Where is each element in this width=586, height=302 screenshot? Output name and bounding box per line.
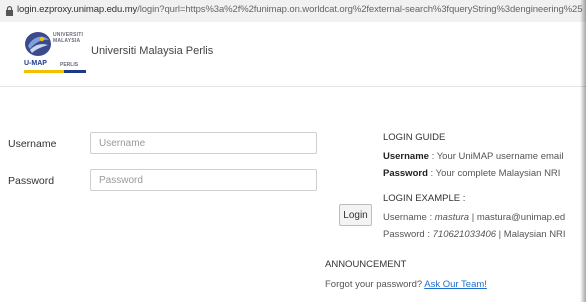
guide-password-key: Password [383, 168, 428, 179]
announcement-text: Forgot your password? Ask Our Team! [325, 279, 487, 290]
example-password-label: Password : [383, 229, 433, 240]
logo-umap: U-MAP [24, 60, 47, 67]
guide-username-text: : Your UniMAP username email [428, 151, 564, 162]
address-bar[interactable]: login.ezproxy.unimap.edu.my/login?qurl=h… [0, 0, 586, 23]
example-password-line: Password : 710621033406 | Malaysian NRI [383, 229, 566, 240]
example-username-value: mastura [434, 212, 470, 223]
header-divider [0, 86, 586, 87]
example-username-rest: | mastura@unimap.ed [469, 212, 566, 223]
guide-password-text: : Your complete Malaysian NRI [427, 168, 561, 179]
logo-emblem [25, 32, 51, 56]
site-header: UNIVERSITI MALAYSIA U-MAP PERLIS Univers… [0, 22, 586, 86]
window-edge-shadow [580, 0, 586, 302]
username-input[interactable] [90, 132, 317, 154]
logo-text: UNIVERSITI MALAYSIA [53, 32, 83, 44]
example-username-line: Username : mastura | mastura@unimap.ed [383, 212, 565, 223]
announcement-title: ANNOUNCEMENT [325, 259, 407, 270]
logo-perlis: PERLIS [60, 62, 79, 68]
example-password-value: 710621033406 [432, 229, 497, 240]
password-input[interactable] [90, 169, 317, 191]
ask-our-team-link[interactable]: Ask Our Team! [424, 279, 487, 290]
lock-icon [6, 6, 13, 16]
login-button[interactable]: Login [339, 204, 372, 226]
example-password-rest: | Malaysian NRI [496, 229, 566, 240]
url-text[interactable]: login.ezproxy.unimap.edu.my/login?qurl=h… [17, 4, 583, 15]
logo-line2: MALAYSIA [53, 38, 81, 44]
url-host: login.ezproxy.unimap.edu.my [17, 4, 138, 15]
university-logo[interactable]: UNIVERSITI MALAYSIA U-MAP PERLIS [24, 30, 86, 74]
example-username-label: Username : [383, 212, 435, 223]
site-title: Universiti Malaysia Perlis [91, 45, 214, 57]
announcement-prompt: Forgot your password? [325, 279, 425, 290]
guide-username-key: Username [383, 151, 429, 162]
login-example-title: LOGIN EXAMPLE : [383, 193, 466, 204]
login-guide-title: LOGIN GUIDE [383, 132, 446, 143]
username-label: Username [8, 138, 57, 150]
password-label: Password [8, 175, 55, 187]
url-path: /login?qurl=https%3a%2f%2funimap.on.worl… [137, 4, 583, 15]
browser-window: login.ezproxy.unimap.edu.my/login?qurl=h… [0, 0, 586, 302]
logo-bar [24, 70, 86, 73]
guide-username-line: Username : Your UniMAP username email [383, 151, 563, 162]
guide-password-line: Password : Your complete Malaysian NRI [383, 168, 560, 179]
